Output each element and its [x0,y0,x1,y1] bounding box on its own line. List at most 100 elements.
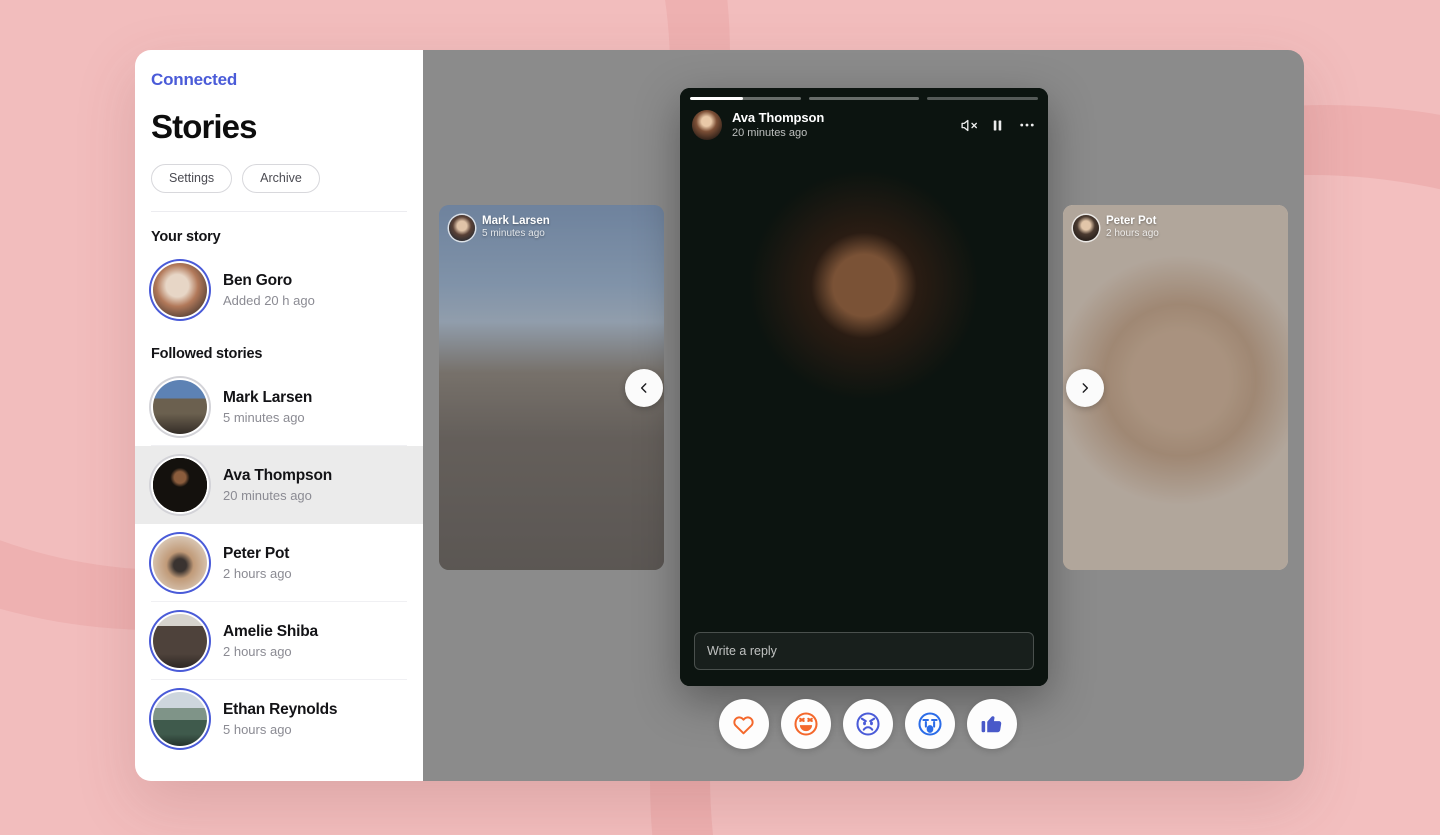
avatar-image [153,691,207,746]
reaction-thumbsup[interactable] [966,699,1017,749]
reaction-heart[interactable] [718,699,769,749]
avatar[interactable] [151,533,209,592]
story-row-amelie-shiba[interactable]: Amelie Shiba 2 hours ago [135,602,423,680]
avatar[interactable] [151,689,209,748]
story-time: 20 minutes ago [223,487,312,503]
active-story-header: Ava Thompson 20 minutes ago [692,110,1036,140]
progress-segment-1[interactable] [690,97,801,100]
story-row-ben-goro[interactable]: Ben Goro Added 20 h ago [135,251,423,329]
avatar-photo-peter-pot [1073,215,1099,241]
card-header: Mark Larsen 5 minutes ago [449,215,550,241]
story-photo-ava-thompson [680,88,1048,686]
previous-story-button[interactable] [625,369,663,407]
next-story-button[interactable] [1066,369,1104,407]
story-name: Ben Goro [223,271,293,289]
reaction-laughing[interactable] [780,699,831,749]
active-story-meta: Ava Thompson 20 minutes ago [732,110,824,140]
avatar[interactable] [692,110,722,140]
active-story-author: Ava Thompson [732,110,825,126]
avatar [449,215,475,241]
crying-icon [917,712,942,736]
story-name: Peter Pot [223,544,290,562]
story-name: Ethan Reynolds [223,700,338,718]
more-horizontal-icon [1020,123,1034,127]
avatar-image [153,613,207,668]
story-meta: Ben Goro Added 20 h ago [223,272,315,308]
story-row-mark-larsen[interactable]: Mark Larsen 5 minutes ago [135,368,423,446]
avatar-photo-ethan-reynolds [153,691,207,746]
avatar-image [153,262,207,317]
active-story-timestamp: 20 minutes ago [732,126,808,139]
brand-logo[interactable]: Connected [135,50,423,90]
avatar-photo-ava-thompson [692,110,722,140]
your-story-label: Your story [151,228,221,245]
card-author-name: Peter Pot [1106,215,1157,228]
app-window: Connected Stories Settings Archive Your … [135,50,1304,781]
active-story-card[interactable]: Ava Thompson 20 minutes ago Write a repl… [680,88,1048,686]
avatar[interactable] [151,611,209,670]
pause-icon [993,120,1002,130]
followed-stories-label: Followed stories [151,345,263,362]
mute-toggle[interactable] [960,117,977,134]
card-meta: Mark Larsen 5 minutes ago [482,215,550,241]
avatar-image [153,379,207,434]
story-meta: Peter Pot 2 hours ago [223,545,292,581]
angry-icon [855,712,880,736]
avatar-photo-peter-pot [153,535,207,590]
story-viewer: Mark Larsen 5 minutes ago Ava Thompson 2… [423,50,1304,781]
filter-pill-row: Settings Archive [135,146,423,193]
reaction-bar [423,699,1304,749]
story-name: Ava Thompson [223,466,332,484]
speaker-muted-icon [961,119,977,131]
reply-placeholder: Write a reply [707,644,777,658]
avatar [1073,215,1099,241]
story-row-ethan-reynolds[interactable]: Ethan Reynolds 5 hours ago [135,680,423,758]
settings-pill[interactable]: Settings [151,164,233,193]
avatar-photo-ava-thompson [153,457,207,512]
story-row-ava-thompson[interactable]: Ava Thompson 20 minutes ago [135,445,423,524]
reaction-crying[interactable] [904,699,955,749]
avatar-image [153,535,207,590]
story-name: Mark Larsen [223,388,313,406]
avatar-image [153,457,207,512]
story-time: 2 hours ago [223,565,292,581]
followed-stories-list: Mark Larsen 5 minutes ago Ava Thompson 2… [135,368,423,758]
reaction-angry[interactable] [842,699,893,749]
story-meta: Ava Thompson 20 minutes ago [223,467,332,503]
story-name: Amelie Shiba [223,622,318,640]
story-time: 2 hours ago [223,643,292,659]
chevron-left-icon [640,383,647,393]
story-row-peter-pot[interactable]: Peter Pot 2 hours ago [135,524,423,602]
story-time: 5 minutes ago [223,409,305,425]
avatar-photo-amelie-shiba [153,613,207,668]
page-title: Stories [151,108,257,145]
story-time: 5 hours ago [223,721,292,737]
thumbs-up-icon [981,716,1001,733]
progress-segment-3[interactable] [927,97,1039,100]
story-meta: Ethan Reynolds 5 hours ago [223,700,338,737]
avatar[interactable] [151,377,209,436]
laughing-icon [793,712,818,736]
story-meta: Amelie Shiba 2 hours ago [223,623,318,659]
story-meta: Mark Larsen 5 minutes ago [223,389,312,425]
sidebar: Connected Stories Settings Archive Your … [135,50,423,781]
heart-icon [733,715,754,734]
pause-button[interactable] [990,118,1005,133]
story-progress-bar [690,97,1039,100]
archive-pill[interactable]: Archive [242,164,320,193]
avatar-photo-mark-larsen [449,215,475,241]
story-time: Added 20 h ago [223,292,315,308]
reply-input[interactable]: Write a reply [694,632,1034,670]
card-timestamp: 2 hours ago [1106,228,1159,240]
avatar-photo-ben-goro [153,262,207,317]
more-button[interactable] [1018,116,1036,134]
avatar[interactable] [151,455,209,514]
card-author-name: Mark Larsen [482,215,550,228]
progress-segment-2[interactable] [808,97,920,100]
story-controls [960,116,1036,134]
chevron-right-icon [1082,383,1089,393]
avatar-photo-mark-larsen [153,379,207,434]
avatar[interactable] [151,260,209,319]
your-story-list: Ben Goro Added 20 h ago [135,251,423,329]
card-timestamp: 5 minutes ago [482,228,545,240]
